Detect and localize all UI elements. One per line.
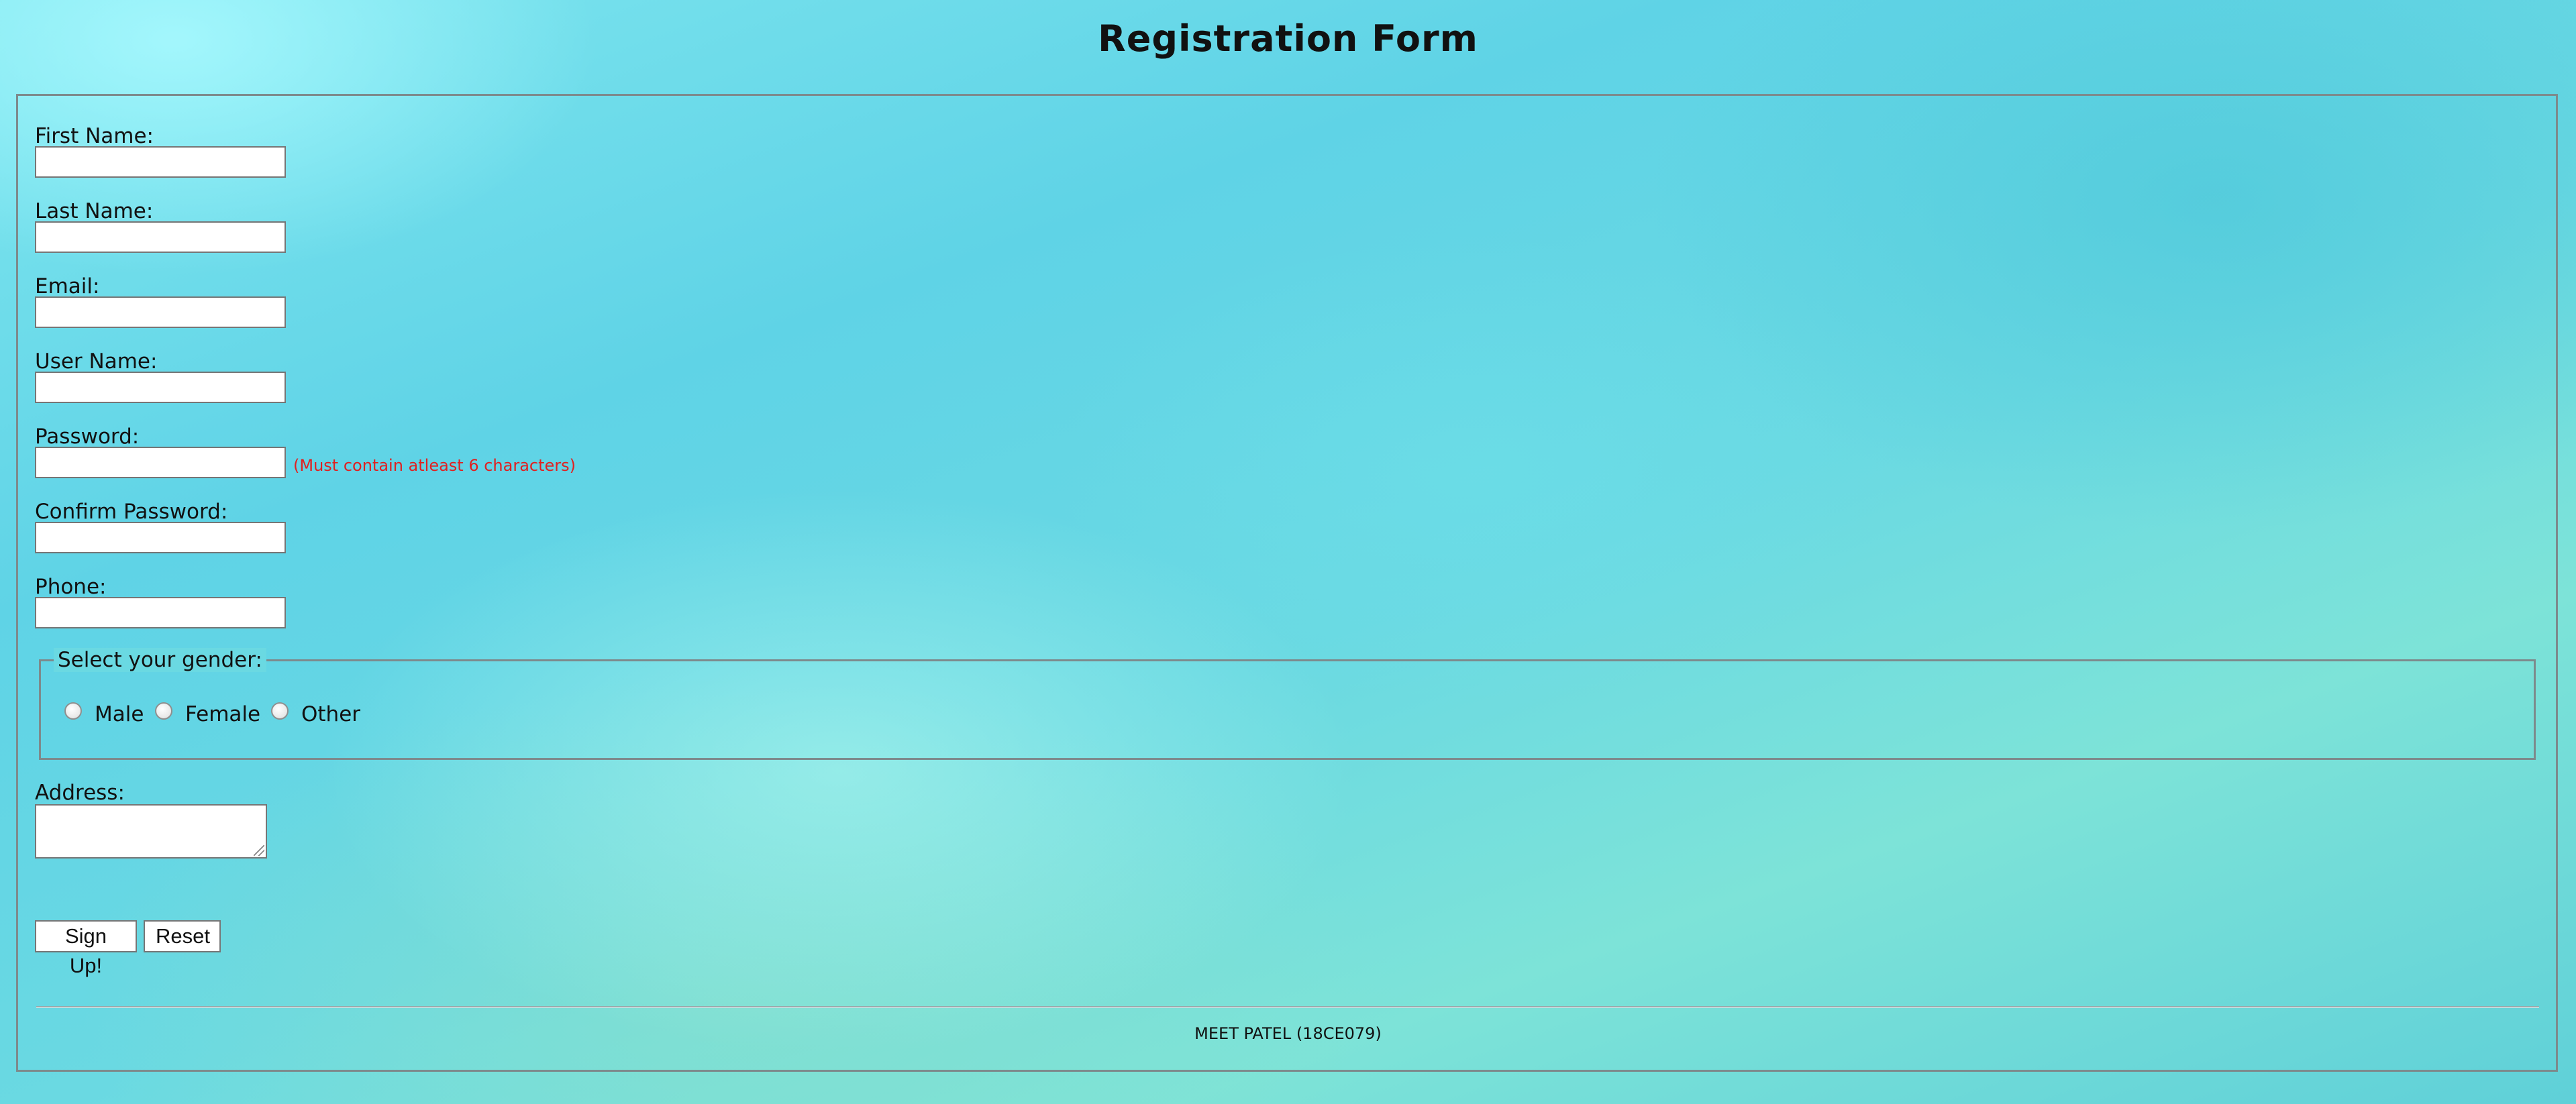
gender-radio-male[interactable] (64, 702, 82, 720)
last-name-input[interactable] (35, 221, 286, 253)
first-name-input[interactable] (35, 146, 286, 178)
address-textarea[interactable] (35, 804, 267, 859)
phone-input[interactable] (35, 597, 286, 628)
gender-label-female: Female (185, 702, 261, 726)
user-name-label: User Name: (35, 349, 158, 374)
email-label: Email: (35, 274, 100, 298)
confirm-password-label: Confirm Password: (35, 500, 228, 524)
last-name-label: Last Name: (35, 199, 154, 223)
sign-up-button[interactable]: Sign Up! (35, 920, 137, 977)
gender-label-other: Other (301, 702, 361, 726)
address-label: Address: (35, 781, 125, 805)
page-title: Registration Form (1098, 17, 1478, 60)
footer-credit: MEET PATEL (18CE079) (1194, 1024, 1382, 1043)
footer-divider (36, 1006, 2539, 1008)
gender-legend: Select your gender: (54, 648, 266, 672)
password-hint: (Must contain atleast 6 characters) (293, 456, 576, 475)
gender-radio-female[interactable] (155, 702, 172, 720)
gender-radio-other[interactable] (271, 702, 289, 720)
user-name-input[interactable] (35, 372, 286, 403)
password-input[interactable] (35, 447, 286, 478)
gender-fieldset (39, 659, 2536, 760)
phone-label: Phone: (35, 575, 107, 599)
confirm-password-input[interactable] (35, 522, 286, 553)
gender-label-male: Male (95, 702, 144, 726)
password-label: Password: (35, 425, 140, 449)
textarea-resize-handle[interactable] (254, 845, 264, 856)
email-input[interactable] (35, 296, 286, 328)
registration-form-frame (16, 94, 2558, 1072)
first-name-label: First Name: (35, 124, 154, 148)
reset-button[interactable]: Reset (144, 920, 221, 952)
